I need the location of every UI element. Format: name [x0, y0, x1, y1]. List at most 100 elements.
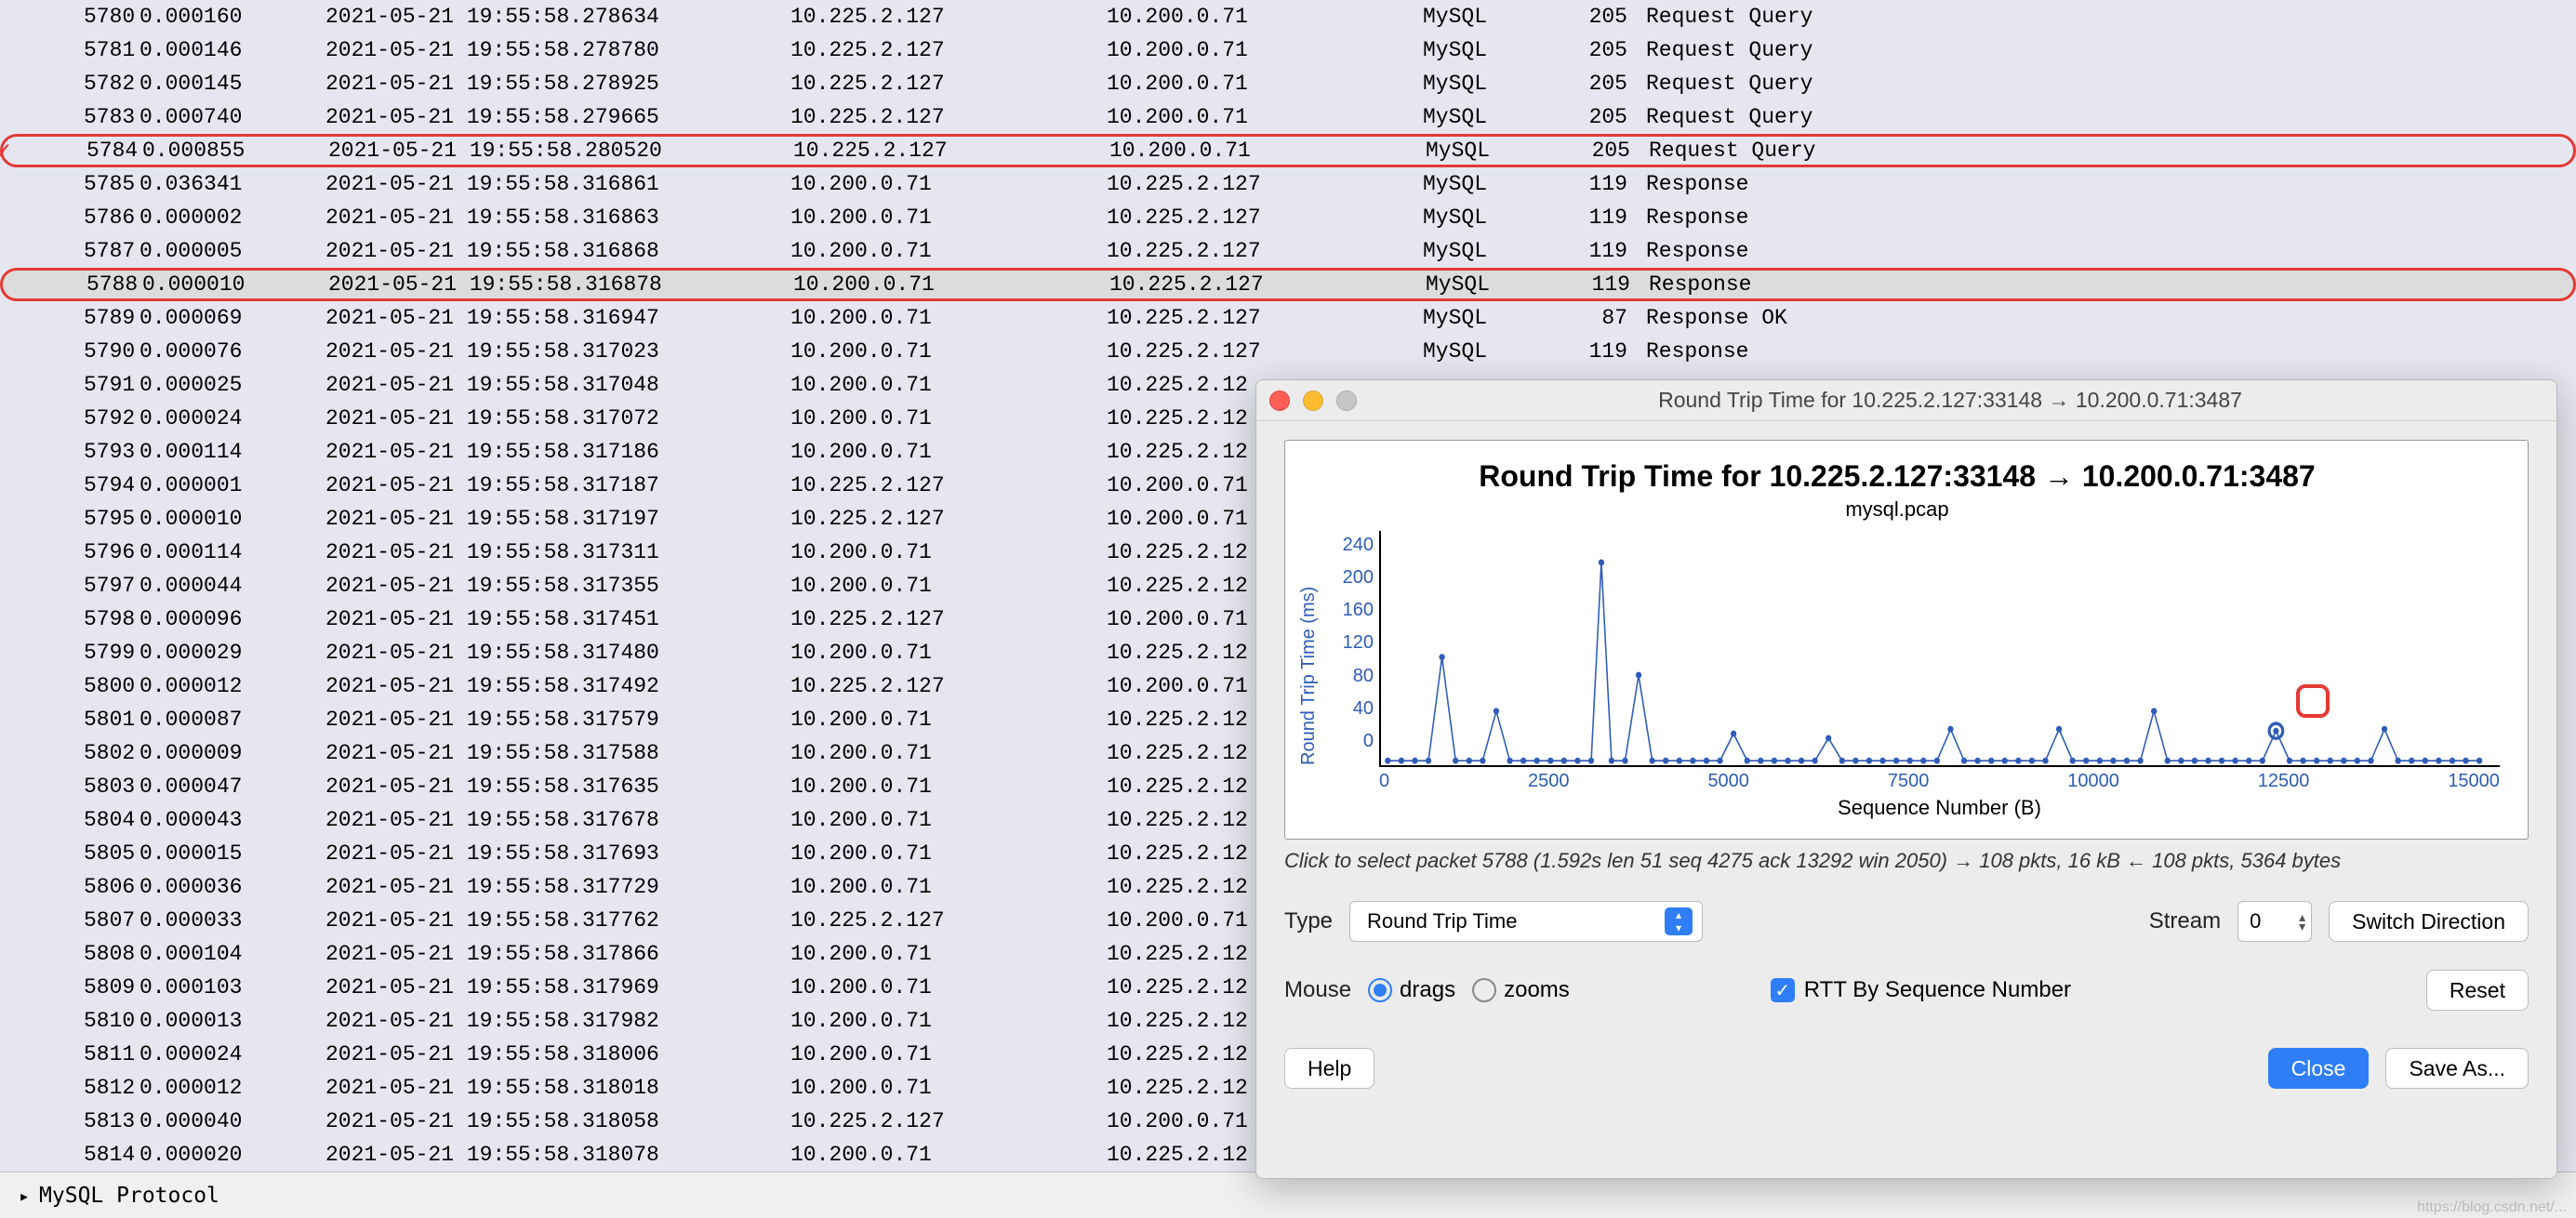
window-title: Round Trip Time for 10.225.2.127:33148 →… — [1357, 388, 2543, 413]
chart-plot[interactable] — [1379, 531, 2500, 767]
cell-dst: 10.225.2.127 — [1107, 306, 1423, 330]
cell-date: 2021-05-21 19:55:58.318078 — [325, 1143, 790, 1167]
chart-xlabel: Sequence Number (B) — [1323, 796, 2500, 820]
cell-len: 205 — [1574, 139, 1649, 163]
cell-src: 10.200.0.71 — [793, 272, 1109, 297]
cell-date: 2021-05-21 19:55:58.316861 — [325, 172, 790, 196]
cell-date: 2021-05-21 19:55:58.317588 — [325, 741, 790, 765]
cell-src: 10.225.2.127 — [790, 473, 1107, 497]
packet-row[interactable]: 57810.0001462021-05-21 19:55:58.27878010… — [0, 33, 2576, 67]
cell-time: 0.000740 — [139, 105, 325, 129]
cell-proto: MySQL — [1423, 205, 1572, 230]
packet-row[interactable]: 57890.0000692021-05-21 19:55:58.31694710… — [0, 301, 2576, 335]
close-window-icon[interactable] — [1269, 391, 1290, 411]
rtt-graph-dialog: Round Trip Time for 10.225.2.127:33148 →… — [1255, 379, 2557, 1179]
cell-date: 2021-05-21 19:55:58.317048 — [325, 373, 790, 397]
type-label: Type — [1284, 908, 1333, 934]
expand-triangle-icon[interactable]: ▸ — [19, 1185, 30, 1207]
packet-row[interactable]: 57880.0000102021-05-21 19:55:58.31687810… — [0, 268, 2576, 301]
cell-info: Request Query — [1646, 72, 2576, 96]
cell-info: Response — [1646, 205, 2576, 230]
cell-dst: 10.200.0.71 — [1107, 72, 1423, 96]
cell-no: 5798 — [0, 607, 139, 631]
cell-src: 10.225.2.127 — [793, 139, 1109, 163]
cell-len: 119 — [1572, 339, 1646, 364]
rtt-by-seq-checkbox[interactable]: ✓ RTT By Sequence Number — [1771, 977, 2071, 1003]
cell-len: 119 — [1572, 172, 1646, 196]
cell-dst: 10.225.2.127 — [1107, 339, 1423, 364]
cell-time: 0.000103 — [139, 975, 325, 1000]
cell-no: 5797 — [0, 574, 139, 598]
cell-time: 0.000024 — [139, 1042, 325, 1066]
protocol-header: MySQL Protocol — [39, 1184, 219, 1208]
cell-proto: MySQL — [1423, 72, 1572, 96]
cell-date: 2021-05-21 19:55:58.317678 — [325, 808, 790, 832]
radio-checked-icon — [1368, 978, 1392, 1002]
cell-dst: 10.225.2.127 — [1107, 172, 1423, 196]
cell-date: 2021-05-21 19:55:58.317729 — [325, 875, 790, 899]
cell-date: 2021-05-21 19:55:58.316863 — [325, 205, 790, 230]
packet-row[interactable]: 57800.0001602021-05-21 19:55:58.27863410… — [0, 0, 2576, 33]
combo-arrow-icon: ▴▾ — [1665, 907, 1693, 935]
cell-time: 0.036341 — [139, 172, 325, 196]
switch-direction-button[interactable]: Switch Direction — [2329, 901, 2529, 942]
packet-row[interactable]: 57820.0001452021-05-21 19:55:58.27892510… — [0, 67, 2576, 100]
packet-row[interactable]: 57840.0008552021-05-21 19:55:58.28052010… — [0, 134, 2576, 167]
radio-unchecked-icon — [1472, 978, 1496, 1002]
mouse-drags-radio[interactable]: drags — [1368, 977, 1455, 1003]
packet-row[interactable]: 57900.0000762021-05-21 19:55:58.31702310… — [0, 335, 2576, 368]
cell-src: 10.200.0.71 — [790, 774, 1107, 799]
zoom-window-icon[interactable] — [1336, 391, 1357, 411]
cell-src: 10.200.0.71 — [790, 1042, 1107, 1066]
cell-time: 0.000069 — [139, 306, 325, 330]
packet-row[interactable]: 57850.0363412021-05-21 19:55:58.31686110… — [0, 167, 2576, 201]
cell-src: 10.225.2.127 — [790, 1109, 1107, 1133]
cell-info: Response — [1646, 239, 2576, 263]
chart-xticks: 0250050007500100001250015000 — [1323, 771, 2500, 792]
packet-row[interactable]: 57870.0000052021-05-21 19:55:58.31686810… — [0, 234, 2576, 268]
stream-value: 0 — [2250, 909, 2261, 933]
cell-len: 119 — [1572, 205, 1646, 230]
cell-time: 0.000010 — [142, 272, 328, 297]
cell-date: 2021-05-21 19:55:58.278634 — [325, 5, 790, 29]
chart-ylabel: Round Trip Time (ms) — [1295, 531, 1323, 820]
cell-no: 5781 — [0, 38, 139, 62]
cell-time: 0.000036 — [139, 875, 325, 899]
cell-date: 2021-05-21 19:55:58.317187 — [325, 473, 790, 497]
cell-src: 10.200.0.71 — [790, 339, 1107, 364]
cell-src: 10.200.0.71 — [790, 373, 1107, 397]
cell-date: 2021-05-21 19:55:58.317451 — [325, 607, 790, 631]
packet-row[interactable]: 57860.0000022021-05-21 19:55:58.31686310… — [0, 201, 2576, 234]
packet-row[interactable]: 57830.0007402021-05-21 19:55:58.27966510… — [0, 100, 2576, 134]
titlebar: Round Trip Time for 10.225.2.127:33148 →… — [1256, 380, 2556, 421]
stream-spinner[interactable]: 0 ▴▾ — [2237, 901, 2312, 942]
close-button[interactable]: Close — [2268, 1048, 2370, 1089]
cell-dst: 10.225.2.127 — [1109, 272, 1426, 297]
cell-date: 2021-05-21 19:55:58.316947 — [325, 306, 790, 330]
window-controls — [1269, 391, 1357, 411]
save-as-button[interactable]: Save As... — [2385, 1048, 2529, 1089]
chart-subtitle: mysql.pcap — [1295, 497, 2500, 522]
cell-date: 2021-05-21 19:55:58.279665 — [325, 105, 790, 129]
cell-info: Request Query — [1646, 105, 2576, 129]
help-button[interactable]: Help — [1284, 1048, 1374, 1089]
cell-dst: 10.225.2.127 — [1107, 205, 1423, 230]
cell-src: 10.225.2.127 — [790, 5, 1107, 29]
cell-no: 5790 — [0, 339, 139, 364]
mouse-zooms-radio[interactable]: zooms — [1472, 977, 1570, 1003]
reset-button[interactable]: Reset — [2426, 970, 2529, 1011]
cell-src: 10.200.0.71 — [790, 306, 1107, 330]
cell-date: 2021-05-21 19:55:58.317023 — [325, 339, 790, 364]
cell-time: 0.000025 — [139, 373, 325, 397]
cell-no: 5788 — [3, 272, 142, 297]
type-combo[interactable]: Round Trip Time ▴▾ — [1349, 901, 1703, 942]
cell-time: 0.000015 — [139, 841, 325, 866]
cell-date: 2021-05-21 19:55:58.317762 — [325, 908, 790, 933]
minimize-window-icon[interactable] — [1303, 391, 1323, 411]
cell-time: 0.000012 — [139, 1076, 325, 1100]
cell-date: 2021-05-21 19:55:58.317186 — [325, 440, 790, 464]
cell-no: 5792 — [0, 406, 139, 430]
spinner-arrows-icon: ▴▾ — [2261, 912, 2305, 931]
chart-area[interactable]: Round Trip Time for 10.225.2.127:33148 →… — [1284, 440, 2529, 840]
chart-title: Round Trip Time for 10.225.2.127:33148 →… — [1295, 459, 2500, 494]
